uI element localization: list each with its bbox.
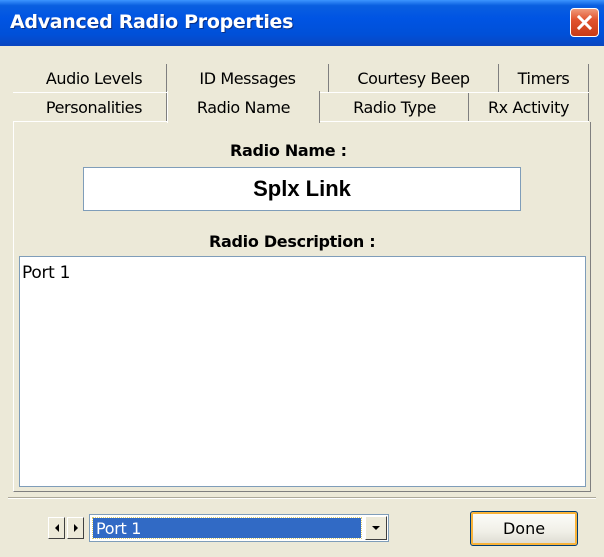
- radio-description-field[interactable]: Port 1: [19, 256, 586, 487]
- previous-port-button[interactable]: [48, 517, 65, 539]
- next-port-button[interactable]: [67, 517, 84, 539]
- tab-personalities[interactable]: Personalities: [22, 93, 167, 121]
- tab-timers[interactable]: Timers: [499, 64, 589, 92]
- port-select-dropdown-button[interactable]: [365, 516, 387, 540]
- close-button[interactable]: [570, 8, 599, 37]
- radio-name-field[interactable]: Splx Link: [83, 167, 521, 211]
- chevron-down-icon: [372, 526, 380, 530]
- tab-courtesy-beep[interactable]: Courtesy Beep: [329, 64, 499, 92]
- port-select[interactable]: Port 1: [89, 514, 389, 542]
- title-bar[interactable]: Advanced Radio Properties: [0, 0, 604, 46]
- tab-id-messages[interactable]: ID Messages: [167, 64, 329, 92]
- done-button[interactable]: Done: [470, 511, 578, 546]
- close-icon: [576, 14, 593, 31]
- radio-description-label: Radio Description :: [209, 232, 376, 251]
- tab-rx-activity[interactable]: Rx Activity: [469, 93, 589, 121]
- port-select-value: Port 1: [92, 517, 362, 539]
- arrow-left-icon: [54, 524, 59, 532]
- arrow-right-icon: [73, 524, 78, 532]
- tab-audio-levels[interactable]: Audio Levels: [22, 64, 167, 92]
- footer-separator-highlight: [8, 498, 596, 499]
- tab-radio-name[interactable]: Radio Name: [167, 91, 320, 123]
- window-title: Advanced Radio Properties: [10, 11, 294, 33]
- tab-radio-type[interactable]: Radio Type: [321, 93, 469, 121]
- radio-name-label: Radio Name :: [230, 141, 347, 160]
